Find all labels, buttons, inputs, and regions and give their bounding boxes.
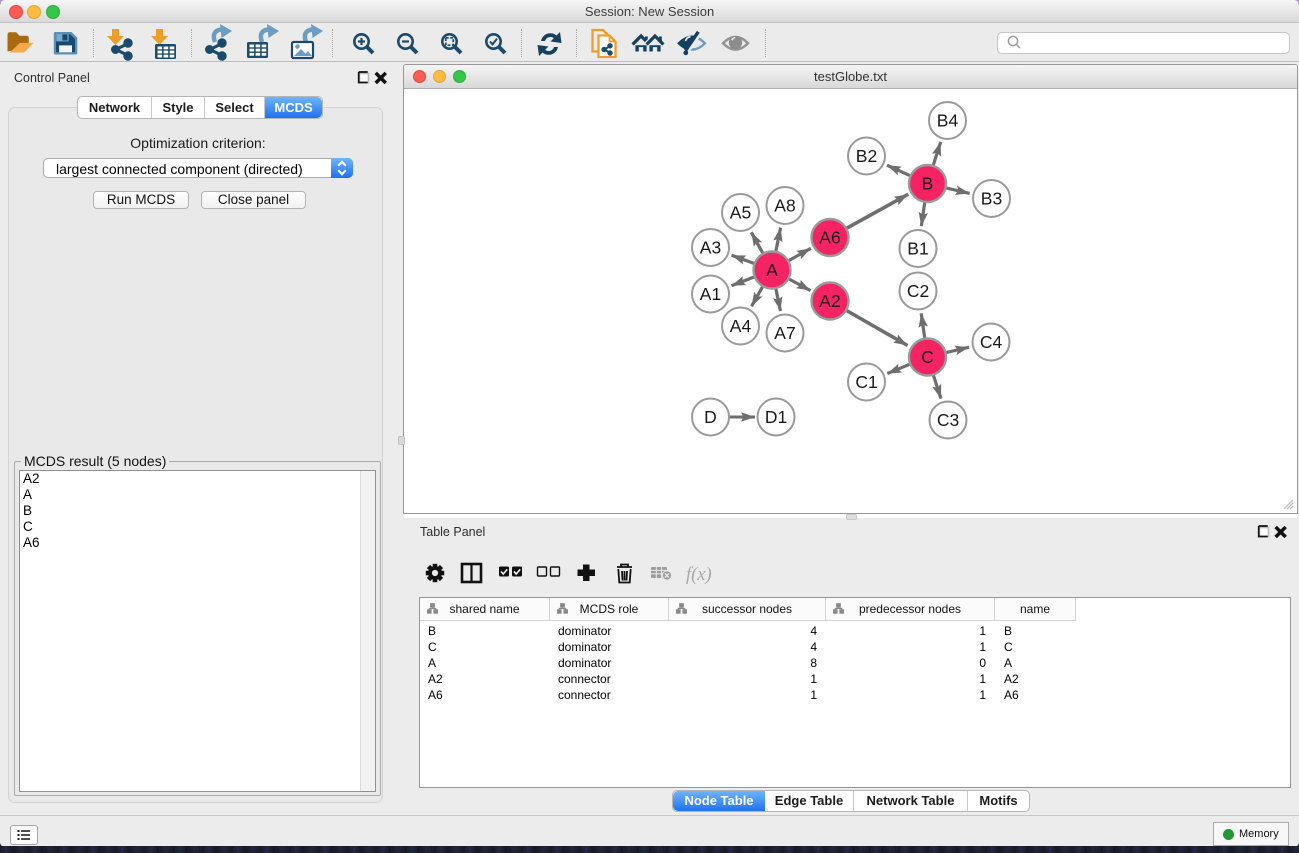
svg-text:B2: B2 (856, 146, 877, 166)
svg-text:A8: A8 (774, 196, 795, 216)
svg-text:A3: A3 (700, 238, 721, 258)
svg-text:C3: C3 (937, 410, 959, 430)
svg-text:A6: A6 (819, 228, 840, 248)
svg-text:A4: A4 (730, 316, 752, 336)
svg-text:D: D (704, 407, 717, 427)
svg-text:C1: C1 (855, 372, 877, 392)
svg-text:A5: A5 (730, 203, 751, 223)
svg-text:f(x): f(x) (686, 565, 712, 585)
svg-text:C: C (921, 347, 934, 367)
svg-text:A1: A1 (700, 284, 721, 304)
svg-text:B3: B3 (981, 189, 1002, 209)
svg-text:B1: B1 (907, 239, 928, 259)
svg-text:B4: B4 (937, 111, 959, 131)
svg-text:A: A (766, 260, 778, 280)
svg-text:A2: A2 (819, 291, 840, 311)
svg-text:D1: D1 (765, 407, 787, 427)
svg-text:C4: C4 (980, 332, 1003, 352)
svg-text:B: B (922, 174, 934, 194)
svg-text:A7: A7 (774, 323, 795, 343)
svg-text:C2: C2 (907, 281, 929, 301)
